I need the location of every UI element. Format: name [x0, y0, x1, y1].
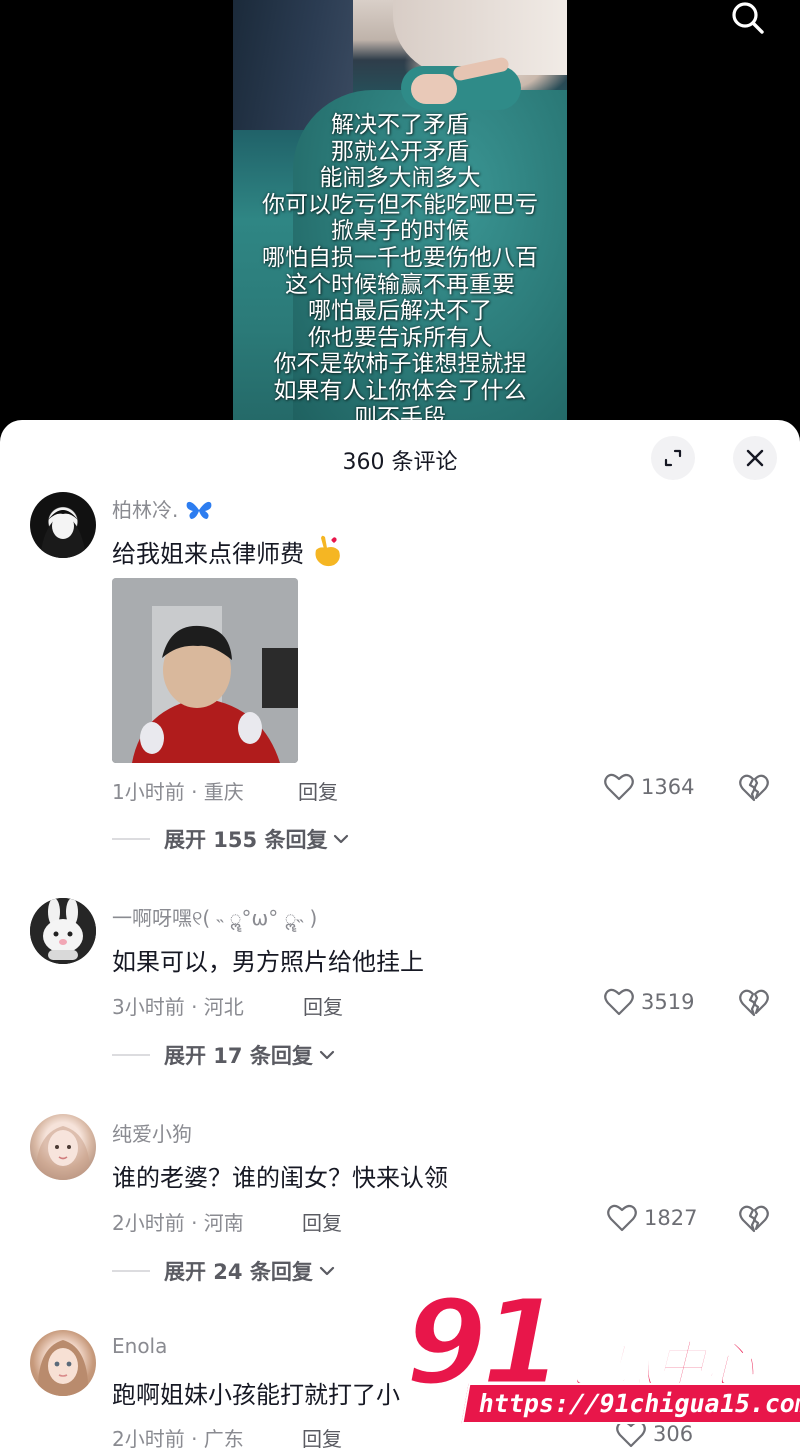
expand-replies-label: 展开 24 条回复 [164, 1260, 313, 1284]
expand-replies[interactable]: 展开 24 条回复 [112, 1256, 337, 1286]
like-button[interactable]: 1364 [603, 772, 694, 802]
comment-username[interactable]: 柏林冷. [112, 494, 213, 523]
avatar[interactable] [30, 492, 96, 558]
broken-heart-icon [739, 989, 769, 1017]
broken-heart-icon [739, 1205, 769, 1233]
video-caption: 解决不了矛盾 那就公开矛盾 能闹多大闹多大 你可以吃亏但不能吃哑巴亏 掀桌子的时… [233, 112, 567, 431]
avatar-illustration [30, 898, 96, 964]
comment-text: 如果可以，男方照片给他挂上 [112, 948, 424, 976]
caption-line: 如果有人让你体会了什么 [273, 377, 527, 404]
like-count: 1827 [644, 1206, 698, 1230]
caption-line: 能闹多大闹多大 [319, 165, 481, 192]
finger-heart-icon [315, 535, 340, 567]
caption-line: 那就公开矛盾 [331, 138, 469, 165]
comment-meta: 2小时前 · 河南 [112, 1211, 244, 1235]
comment-meta: 3小时前 · 河北 [112, 995, 244, 1019]
caption-line: 哪怕最后解决不了 [308, 298, 492, 325]
expand-divider [112, 838, 150, 840]
comment-username[interactable]: Enola [112, 1334, 167, 1358]
chevron-down-icon [334, 834, 349, 844]
caption-line: 这个时候输赢不再重要 [285, 271, 515, 298]
like-count: 3519 [641, 990, 695, 1014]
expand-replies-label: 展开 155 条回复 [164, 828, 328, 852]
comment-image[interactable] [112, 578, 298, 763]
like-count: 306 [653, 1422, 694, 1446]
chevron-down-icon [319, 1266, 334, 1276]
comment-username[interactable]: 纯爱小狗 [112, 1118, 192, 1147]
video-player[interactable]: 解决不了矛盾 那就公开矛盾 能闹多大闹多大 你可以吃亏但不能吃哑巴亏 掀桌子的时… [0, 0, 800, 440]
caption-line: 你不是软柿子谁想捏就捏 [273, 351, 527, 378]
caption-line: 哪怕自损一千也要伤他八百 [262, 244, 538, 271]
expand-icon [664, 449, 682, 467]
expand-replies-label: 展开 17 条回复 [164, 1044, 313, 1068]
expand-replies[interactable]: 展开 155 条回复 [112, 824, 351, 854]
video-person [411, 74, 457, 104]
avatar[interactable] [30, 1330, 96, 1396]
expand-divider [112, 1270, 150, 1272]
search-icon [732, 2, 764, 34]
reply-button[interactable]: 回复 [298, 776, 338, 805]
close-icon [746, 449, 764, 467]
reply-button[interactable]: 回复 [302, 1207, 342, 1236]
caption-line: 你可以吃亏但不能吃哑巴亏 [262, 191, 538, 218]
avatar-illustration [35, 1126, 91, 1180]
comment-sheet: 360 条评论 柏林冷. 给我姐来点律师费 1小时前 · 重庆 回复 1364 … [0, 420, 800, 1456]
caption-line: 掀桌子的时候 [331, 218, 469, 245]
expand-replies[interactable]: 展开 17 条回复 [112, 1040, 337, 1070]
reply-button[interactable]: 回复 [302, 1423, 342, 1452]
caption-line: 解决不了矛盾 [331, 112, 469, 138]
avatar-illustration [37, 1340, 89, 1396]
reply-button[interactable]: 回复 [303, 991, 343, 1020]
comment-text: 跑啊姐妹小孩能打就打了小 [112, 1381, 400, 1409]
like-button[interactable]: 3519 [603, 987, 694, 1017]
chevron-down-icon [319, 1050, 334, 1060]
comment-text: 谁的老婆？谁的闺女？快来认领 [112, 1164, 448, 1192]
comment-text-content: 给我姐来点律师费 [112, 540, 304, 568]
like-button[interactable]: 306 [615, 1419, 693, 1449]
comment-meta: 2小时前 · 广东 [112, 1427, 244, 1451]
comment-photo [112, 578, 298, 763]
username-text: 柏林冷. [112, 498, 179, 522]
avatar-illustration [40, 510, 86, 558]
butterfly-icon [186, 501, 212, 519]
broken-heart-icon [739, 774, 769, 802]
heart-icon [607, 1204, 637, 1232]
expand-divider [112, 1054, 150, 1056]
fullscreen-button[interactable] [651, 436, 695, 480]
avatar[interactable] [30, 1114, 96, 1180]
close-button[interactable] [733, 436, 777, 480]
comment-meta: 1小时前 · 重庆 [112, 780, 244, 804]
dislike-button[interactable] [738, 987, 770, 1019]
search-button[interactable] [726, 0, 770, 40]
dislike-button[interactable] [738, 1203, 770, 1235]
like-count: 1364 [641, 775, 695, 799]
dislike-button[interactable] [738, 772, 770, 804]
avatar[interactable] [30, 898, 96, 964]
comment-text: 给我姐来点律师费 [112, 534, 344, 569]
comment-username[interactable]: 一啊呀嘿୧( ˵ ॣ°ω° ॣ˵ ) [112, 902, 317, 931]
like-button[interactable]: 1827 [606, 1203, 697, 1233]
caption-line: 你也要告诉所有人 [308, 324, 492, 351]
heart-icon [604, 988, 634, 1016]
heart-icon [616, 1420, 646, 1448]
heart-icon [604, 773, 634, 801]
